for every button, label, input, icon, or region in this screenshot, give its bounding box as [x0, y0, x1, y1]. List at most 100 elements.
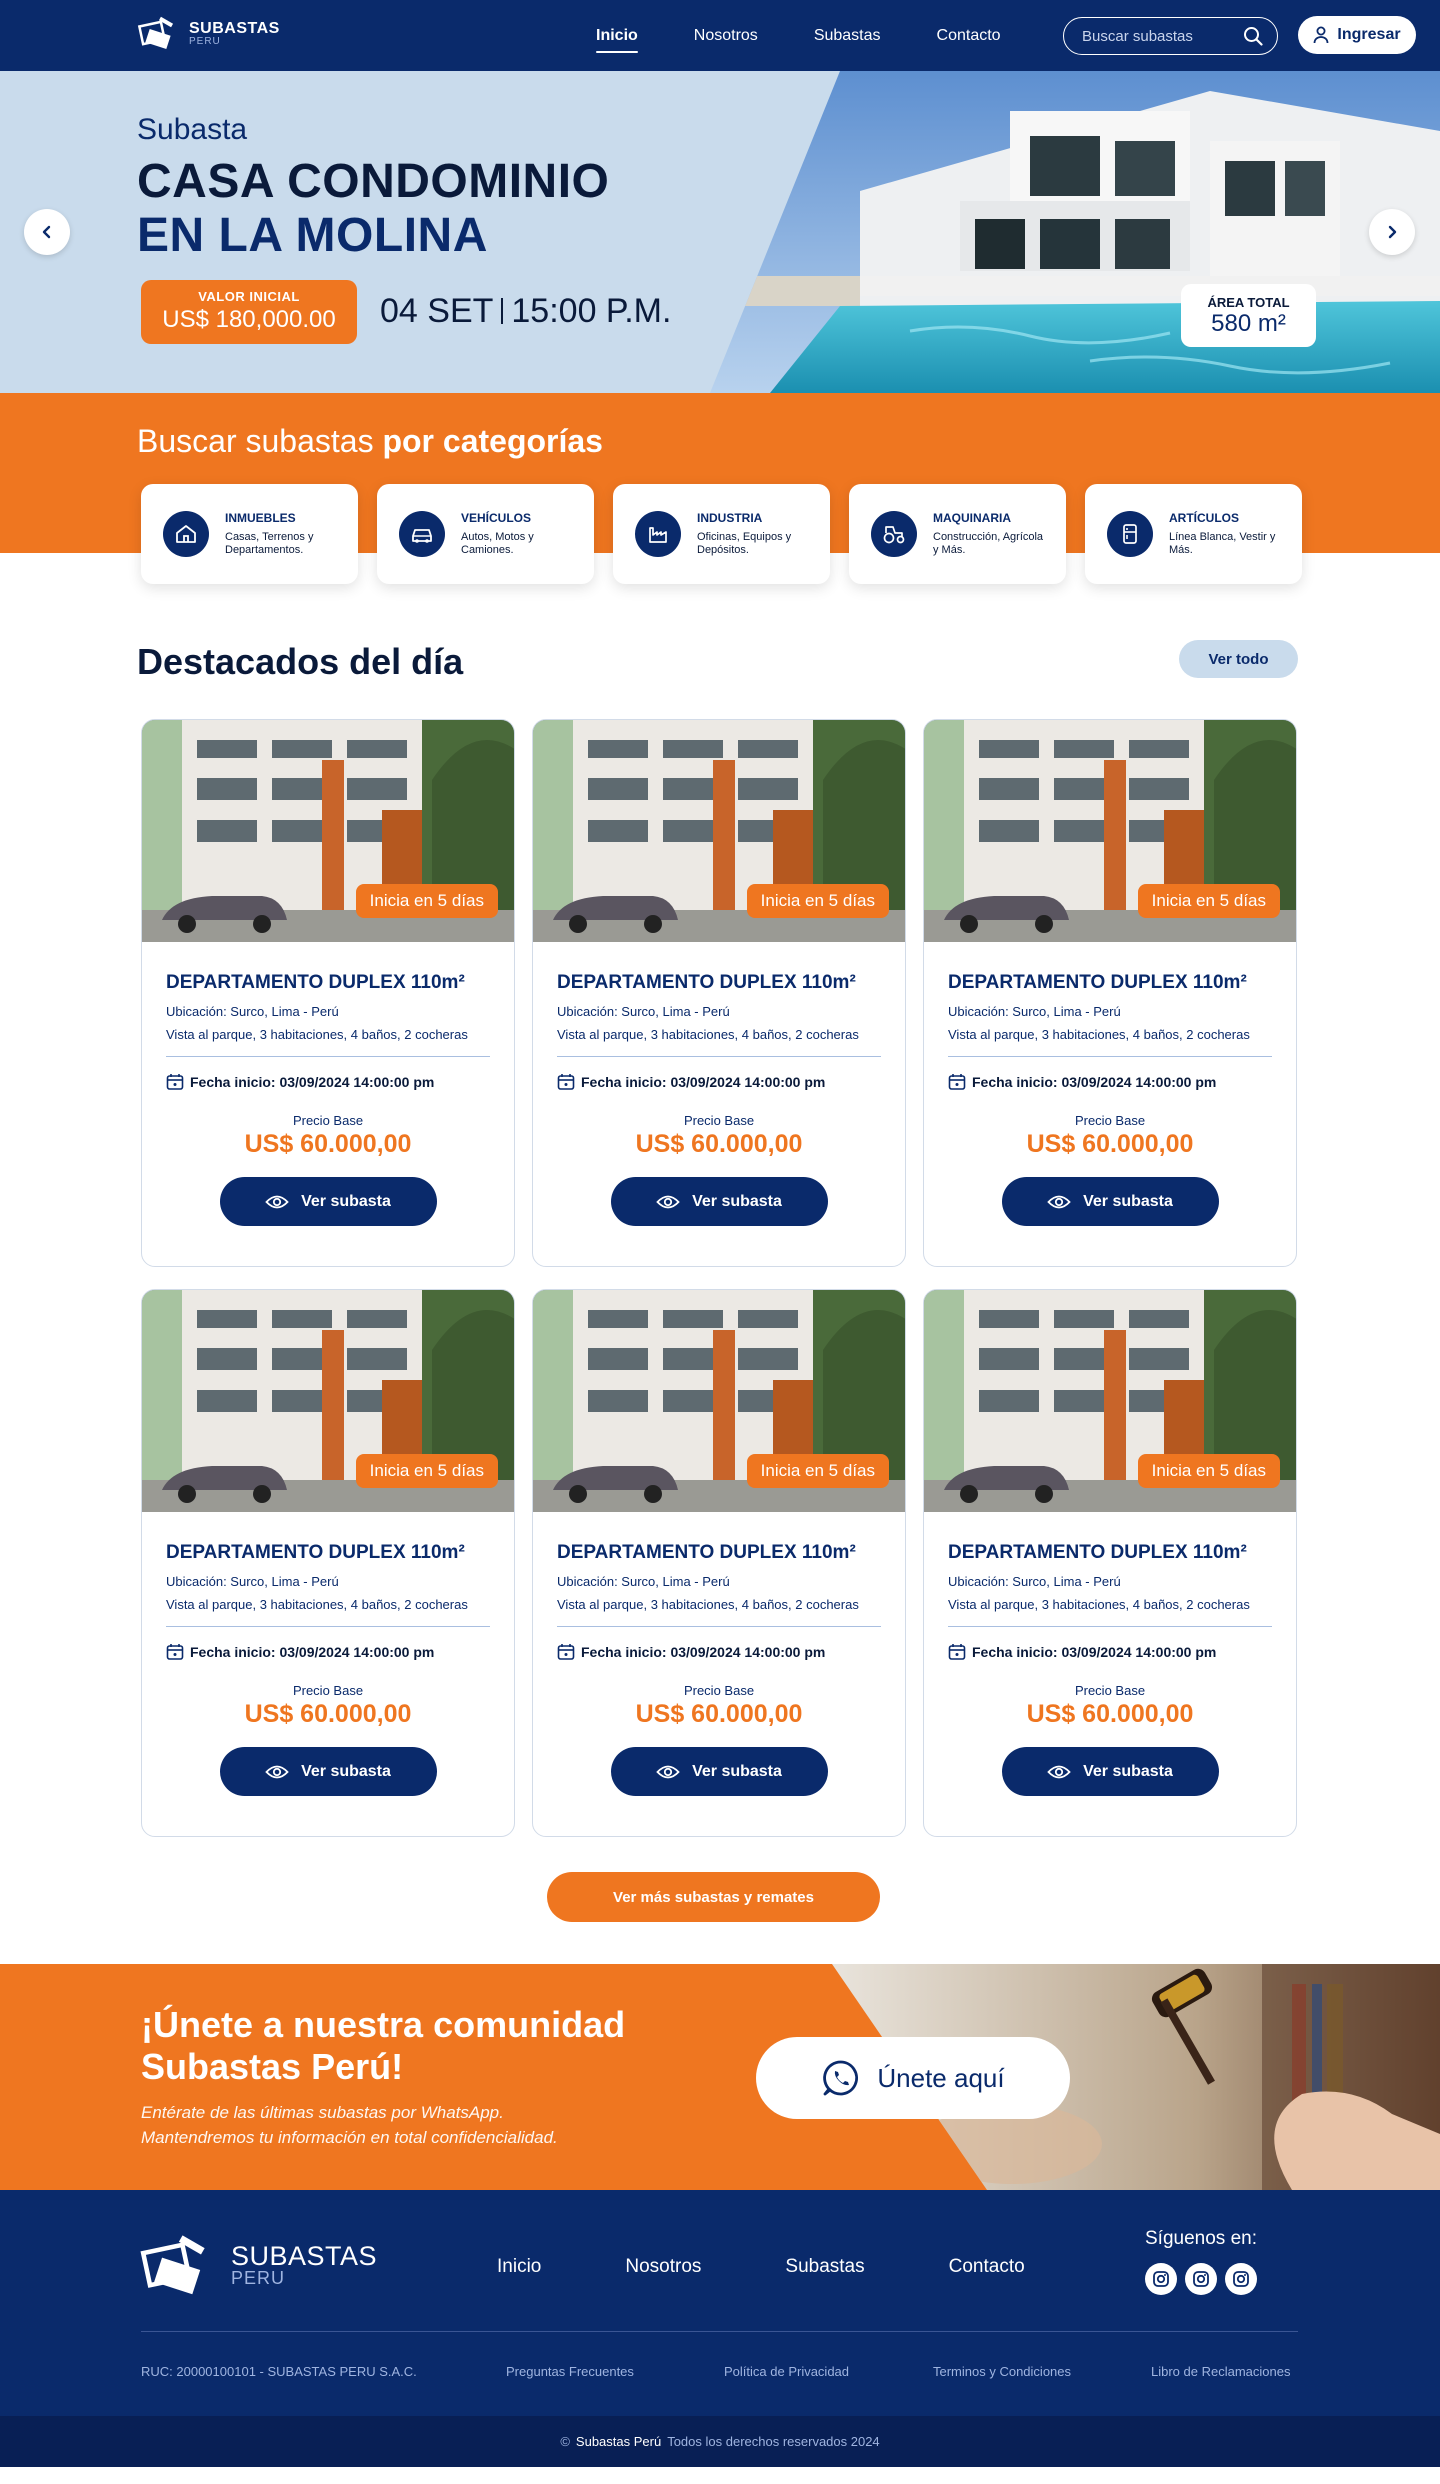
card-image[interactable]: Inicia en 5 días: [924, 720, 1296, 942]
card-title: DEPARTAMENTO DUPLEX 110m²: [166, 972, 465, 993]
instagram-icon[interactable]: [1225, 2263, 1257, 2295]
card-title: DEPARTAMENTO DUPLEX 110m²: [557, 1542, 856, 1563]
footer-nav-inicio[interactable]: Inicio: [497, 2256, 541, 2278]
auction-grid: Inicia en 5 días DEPARTAMENTO DUPLEX 110…: [141, 719, 1297, 1837]
hero-prev-button[interactable]: [24, 209, 70, 255]
search-icon[interactable]: [1243, 26, 1263, 46]
category-articulos[interactable]: ARTÍCULOS Línea Blanca, Vestir y Más.: [1085, 484, 1302, 584]
view-auction-label: Ver subasta: [692, 1762, 782, 1780]
logo[interactable]: SUBASTAS PERU: [137, 16, 280, 50]
footer-nav-nosotros[interactable]: Nosotros: [625, 2256, 701, 2278]
instagram-icon[interactable]: [1185, 2263, 1217, 2295]
logo-mark-icon: [137, 16, 174, 50]
nav-subastas[interactable]: Subastas: [814, 27, 881, 45]
copyright-bar: © Subastas Perú Todos los derechos reser…: [0, 2416, 1440, 2467]
hero-area-value: 580 m²: [1211, 310, 1286, 337]
view-auction-button[interactable]: Ver subasta: [1001, 1747, 1219, 1796]
login-button[interactable]: Ingresar: [1298, 16, 1416, 54]
copyright-text: Todos los derechos reservados 2024: [667, 2434, 880, 2449]
category-desc: Autos, Motos y Camiones.: [461, 531, 534, 556]
card-location: Ubicación: Surco, Lima - Perú: [948, 1574, 1121, 1589]
footer-logo[interactable]: SUBASTAS PERU: [137, 2234, 377, 2296]
hero-datetime: 04 SET 15:00 P.M.: [380, 292, 671, 331]
category-maquinaria[interactable]: MAQUINARIA Construcción, Agrícola y Más.: [849, 484, 1066, 584]
top-navbar: SUBASTAS PERU Inicio Nosotros Subastas C…: [0, 0, 1440, 71]
tractor-icon: [871, 511, 917, 557]
card-description: Vista al parque, 3 habitaciones, 4 baños…: [557, 1027, 859, 1042]
auction-card[interactable]: Inicia en 5 días DEPARTAMENTO DUPLEX 110…: [141, 719, 515, 1267]
join-whatsapp-button[interactable]: Únete aquí: [756, 2037, 1070, 2119]
card-image[interactable]: Inicia en 5 días: [533, 1290, 905, 1512]
card-date-text: Fecha inicio: 03/09/2024 14:00:00 pm: [581, 1644, 826, 1660]
footer-privacy-link[interactable]: Política de Privacidad: [724, 2364, 849, 2379]
nav-contacto[interactable]: Contacto: [937, 27, 1001, 45]
category-vehiculos[interactable]: VEHÍCULOS Autos, Motos y Camiones.: [377, 484, 594, 584]
hero-price-label: VALOR INICIAL: [198, 289, 300, 304]
view-auction-button[interactable]: Ver subasta: [219, 1177, 437, 1226]
nav-nosotros[interactable]: Nosotros: [694, 27, 758, 45]
category-inmuebles[interactable]: INMUEBLES Casas, Terrenos y Departamentos…: [141, 484, 358, 584]
login-label: Ingresar: [1337, 26, 1401, 43]
card-description: Vista al parque, 3 habitaciones, 4 baños…: [948, 1027, 1250, 1042]
featured-section: Destacados del día Ver todo Inicia en 5 …: [0, 553, 1440, 1964]
card-start-date: Fecha inicio: 03/09/2024 14:00:00 pm: [166, 1643, 490, 1661]
auction-card[interactable]: Inicia en 5 días DEPARTAMENTO DUPLEX 110…: [532, 719, 906, 1267]
calendar-icon: [557, 1644, 575, 1660]
card-divider: [166, 1056, 490, 1057]
hero-subtitle: Subasta: [137, 113, 248, 146]
chevron-left-icon: [42, 225, 51, 239]
factory-icon: [635, 511, 681, 557]
logo-text-main: SUBASTAS: [189, 19, 280, 37]
auction-card[interactable]: Inicia en 5 días DEPARTAMENTO DUPLEX 110…: [923, 719, 1297, 1267]
card-divider: [948, 1626, 1272, 1627]
hero-next-button[interactable]: [1369, 209, 1415, 255]
hero-area-label: ÁREA TOTAL: [1207, 295, 1290, 310]
card-title: DEPARTAMENTO DUPLEX 110m²: [948, 1542, 1247, 1563]
eye-icon: [1047, 1195, 1071, 1208]
card-image[interactable]: Inicia en 5 días: [924, 1290, 1296, 1512]
card-price-label: Precio Base: [1074, 1113, 1146, 1128]
card-title: DEPARTAMENTO DUPLEX 110m²: [166, 1542, 465, 1563]
footer-terms-link[interactable]: Terminos y Condiciones: [933, 2364, 1071, 2379]
card-description: Vista al parque, 3 habitaciones, 4 baños…: [166, 1027, 468, 1042]
community-text-line2: Mantendremos tu información en total con…: [141, 2128, 558, 2147]
card-date-text: Fecha inicio: 03/09/2024 14:00:00 pm: [190, 1074, 435, 1090]
search-input[interactable]: [1082, 27, 1242, 45]
footer-logo-text-main: SUBASTAS: [231, 2241, 378, 2271]
view-all-button[interactable]: Ver todo: [1179, 640, 1298, 678]
community-title-line2: Subastas Perú!: [141, 2046, 404, 2087]
category-industria[interactable]: INDUSTRIA Oficinas, Equipos y Depósitos.: [613, 484, 830, 584]
footer-nav-contacto[interactable]: Contacto: [949, 2256, 1025, 2278]
auction-card[interactable]: Inicia en 5 días DEPARTAMENTO DUPLEX 110…: [532, 1289, 906, 1837]
view-auction-button[interactable]: Ver subasta: [610, 1747, 828, 1796]
card-image[interactable]: Inicia en 5 días: [142, 720, 514, 942]
auction-card[interactable]: Inicia en 5 días DEPARTAMENTO DUPLEX 110…: [141, 1289, 515, 1837]
card-start-date: Fecha inicio: 03/09/2024 14:00:00 pm: [557, 1643, 881, 1661]
hero-banner: Subasta CASA CONDOMINIO EN LA MOLINA VAL…: [0, 71, 1440, 393]
card-image[interactable]: Inicia en 5 días: [142, 1290, 514, 1512]
community-banner: ¡Únete a nuestra comunidad Subastas Perú…: [0, 1964, 1440, 2190]
footer-nav-subastas[interactable]: Subastas: [785, 2256, 864, 2278]
view-auction-button[interactable]: Ver subasta: [219, 1747, 437, 1796]
footer-complaints-link[interactable]: Libro de Reclamaciones: [1151, 2364, 1290, 2379]
card-date-text: Fecha inicio: 03/09/2024 14:00:00 pm: [581, 1074, 826, 1090]
featured-title: Destacados del día: [137, 641, 464, 682]
nav-inicio[interactable]: Inicio: [596, 27, 638, 53]
more-auctions-button[interactable]: Ver más subastas y remates: [547, 1872, 880, 1922]
auction-card[interactable]: Inicia en 5 días DEPARTAMENTO DUPLEX 110…: [923, 1289, 1297, 1837]
card-start-date: Fecha inicio: 03/09/2024 14:00:00 pm: [166, 1073, 490, 1091]
card-price: US$ 60.000,00: [1026, 1700, 1194, 1728]
hero-date: 04 SET: [380, 292, 494, 330]
category-list: INMUEBLES Casas, Terrenos y Departamentos…: [141, 484, 1302, 584]
view-auction-button[interactable]: Ver subasta: [610, 1177, 828, 1226]
card-price-label: Precio Base: [292, 1113, 364, 1128]
footer-faq-link[interactable]: Preguntas Frecuentes: [506, 2364, 634, 2379]
card-image[interactable]: Inicia en 5 días: [533, 720, 905, 942]
category-desc: Línea Blanca, Vestir y Más.: [1169, 531, 1276, 556]
view-auction-button[interactable]: Ver subasta: [1001, 1177, 1219, 1226]
category-name: ARTÍCULOS: [1169, 511, 1239, 525]
card-divider: [557, 1626, 881, 1627]
instagram-icon[interactable]: [1145, 2263, 1177, 2295]
card-title: DEPARTAMENTO DUPLEX 110m²: [557, 972, 856, 993]
main-nav: Inicio Nosotros Subastas Contacto: [596, 0, 1057, 71]
